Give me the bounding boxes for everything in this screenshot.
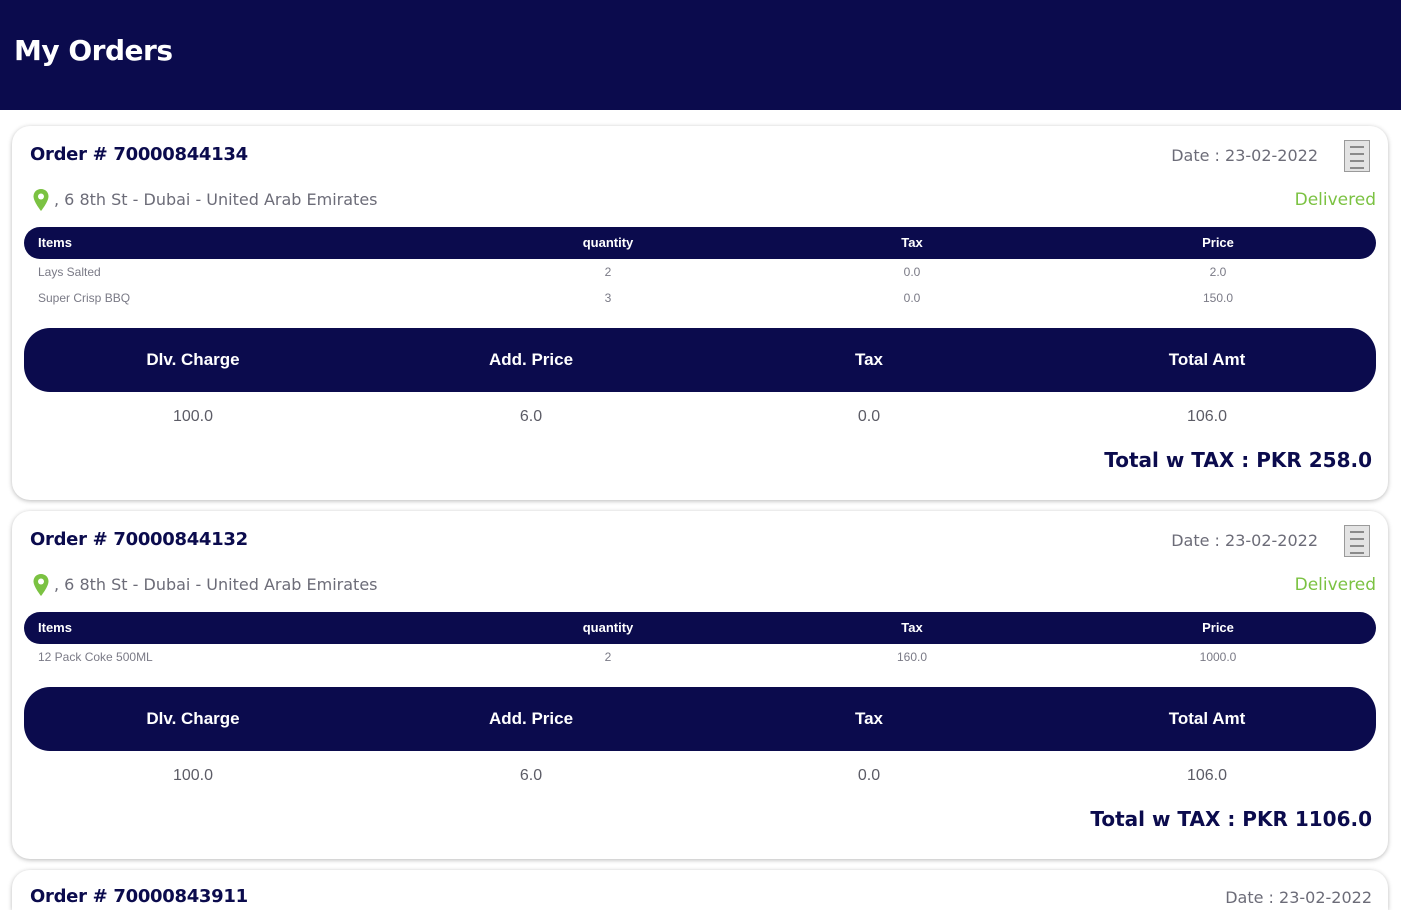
table-row: 12 Pack Coke 500ML 2 160.0 1000.0: [24, 645, 1376, 669]
summary-header: Dlv. Charge Add. Price Tax Total Amt: [24, 687, 1376, 751]
table-row: Super Crisp BBQ 3 0.0 150.0: [24, 286, 1376, 310]
order-address: , 6 8th St - Dubai - United Arab Emirate…: [54, 190, 378, 209]
total-amt-value: 106.0: [1186, 408, 1228, 425]
col-price: Price: [1202, 620, 1234, 635]
dlv-charge-value: 100.0: [172, 408, 214, 425]
add-price-value: 6.0: [519, 767, 543, 784]
item-name: Super Crisp BBQ: [38, 291, 131, 305]
dlv-charge-value: 100.0: [172, 767, 214, 784]
app-header: My Orders: [0, 0, 1401, 110]
col-items: Items: [38, 235, 72, 250]
order-card[interactable]: Order # 70000844134 Date : 23-02-2022 , …: [12, 126, 1388, 500]
total-amt-value: 106.0: [1186, 767, 1228, 784]
item-tax: 160.0: [896, 650, 928, 664]
order-number: Order # 70000844132: [30, 529, 248, 550]
item-tax: 0.0: [903, 265, 921, 279]
item-price: 150.0: [1202, 291, 1234, 305]
col-tax: Tax: [901, 620, 923, 635]
col-quantity: quantity: [582, 235, 634, 250]
map-pin-icon: [33, 574, 49, 596]
item-name: Lays Salted: [38, 265, 101, 279]
summary-tax-value: 0.0: [857, 767, 881, 784]
col-items: Items: [38, 620, 72, 635]
order-date: Date : 23-02-2022: [1171, 146, 1318, 165]
total-with-tax: Total w TAX : PKR 1106.0: [1090, 807, 1372, 831]
status-badge: Delivered: [1294, 575, 1376, 595]
summary-header: Dlv. Charge Add. Price Tax Total Amt: [24, 328, 1376, 392]
col-total-amt: Total Amt: [1168, 709, 1246, 728]
order-number: Order # 70000844134: [30, 144, 248, 165]
receipt-icon[interactable]: [1344, 525, 1370, 557]
col-dlv-charge: Dlv. Charge: [146, 709, 240, 728]
status-badge: Delivered: [1294, 190, 1376, 210]
col-total-amt: Total Amt: [1168, 350, 1246, 369]
page-title: My Orders: [14, 34, 173, 67]
col-price: Price: [1202, 235, 1234, 250]
item-quantity: 2: [604, 650, 612, 664]
receipt-icon[interactable]: [1344, 140, 1370, 172]
item-tax: 0.0: [903, 291, 921, 305]
item-name: 12 Pack Coke 500ML: [38, 650, 153, 664]
items-table-header: Items quantity Tax Price: [24, 227, 1376, 259]
col-quantity: quantity: [582, 620, 634, 635]
order-date: Date : 23-02-2022: [1225, 888, 1372, 907]
item-price: 1000.0: [1199, 650, 1237, 664]
total-with-tax: Total w TAX : PKR 258.0: [1104, 448, 1372, 472]
map-pin-icon: [33, 189, 49, 211]
order-date: Date : 23-02-2022: [1171, 531, 1318, 550]
order-card[interactable]: Order # 70000843911 Date : 23-02-2022: [12, 870, 1388, 910]
col-add-price: Add. Price: [488, 709, 574, 728]
col-summary-tax: Tax: [854, 709, 884, 728]
col-tax: Tax: [901, 235, 923, 250]
item-price: 2.0: [1209, 265, 1227, 279]
col-add-price: Add. Price: [488, 350, 574, 369]
item-quantity: 3: [604, 291, 612, 305]
items-table-header: Items quantity Tax Price: [24, 612, 1376, 644]
order-number: Order # 70000843911: [30, 886, 248, 907]
order-card[interactable]: Order # 70000844132 Date : 23-02-2022 , …: [12, 511, 1388, 859]
col-summary-tax: Tax: [854, 350, 884, 369]
item-quantity: 2: [604, 265, 612, 279]
order-address: , 6 8th St - Dubai - United Arab Emirate…: [54, 575, 378, 594]
add-price-value: 6.0: [519, 408, 543, 425]
col-dlv-charge: Dlv. Charge: [146, 350, 240, 369]
summary-tax-value: 0.0: [857, 408, 881, 425]
table-row: Lays Salted 2 0.0 2.0: [24, 260, 1376, 284]
